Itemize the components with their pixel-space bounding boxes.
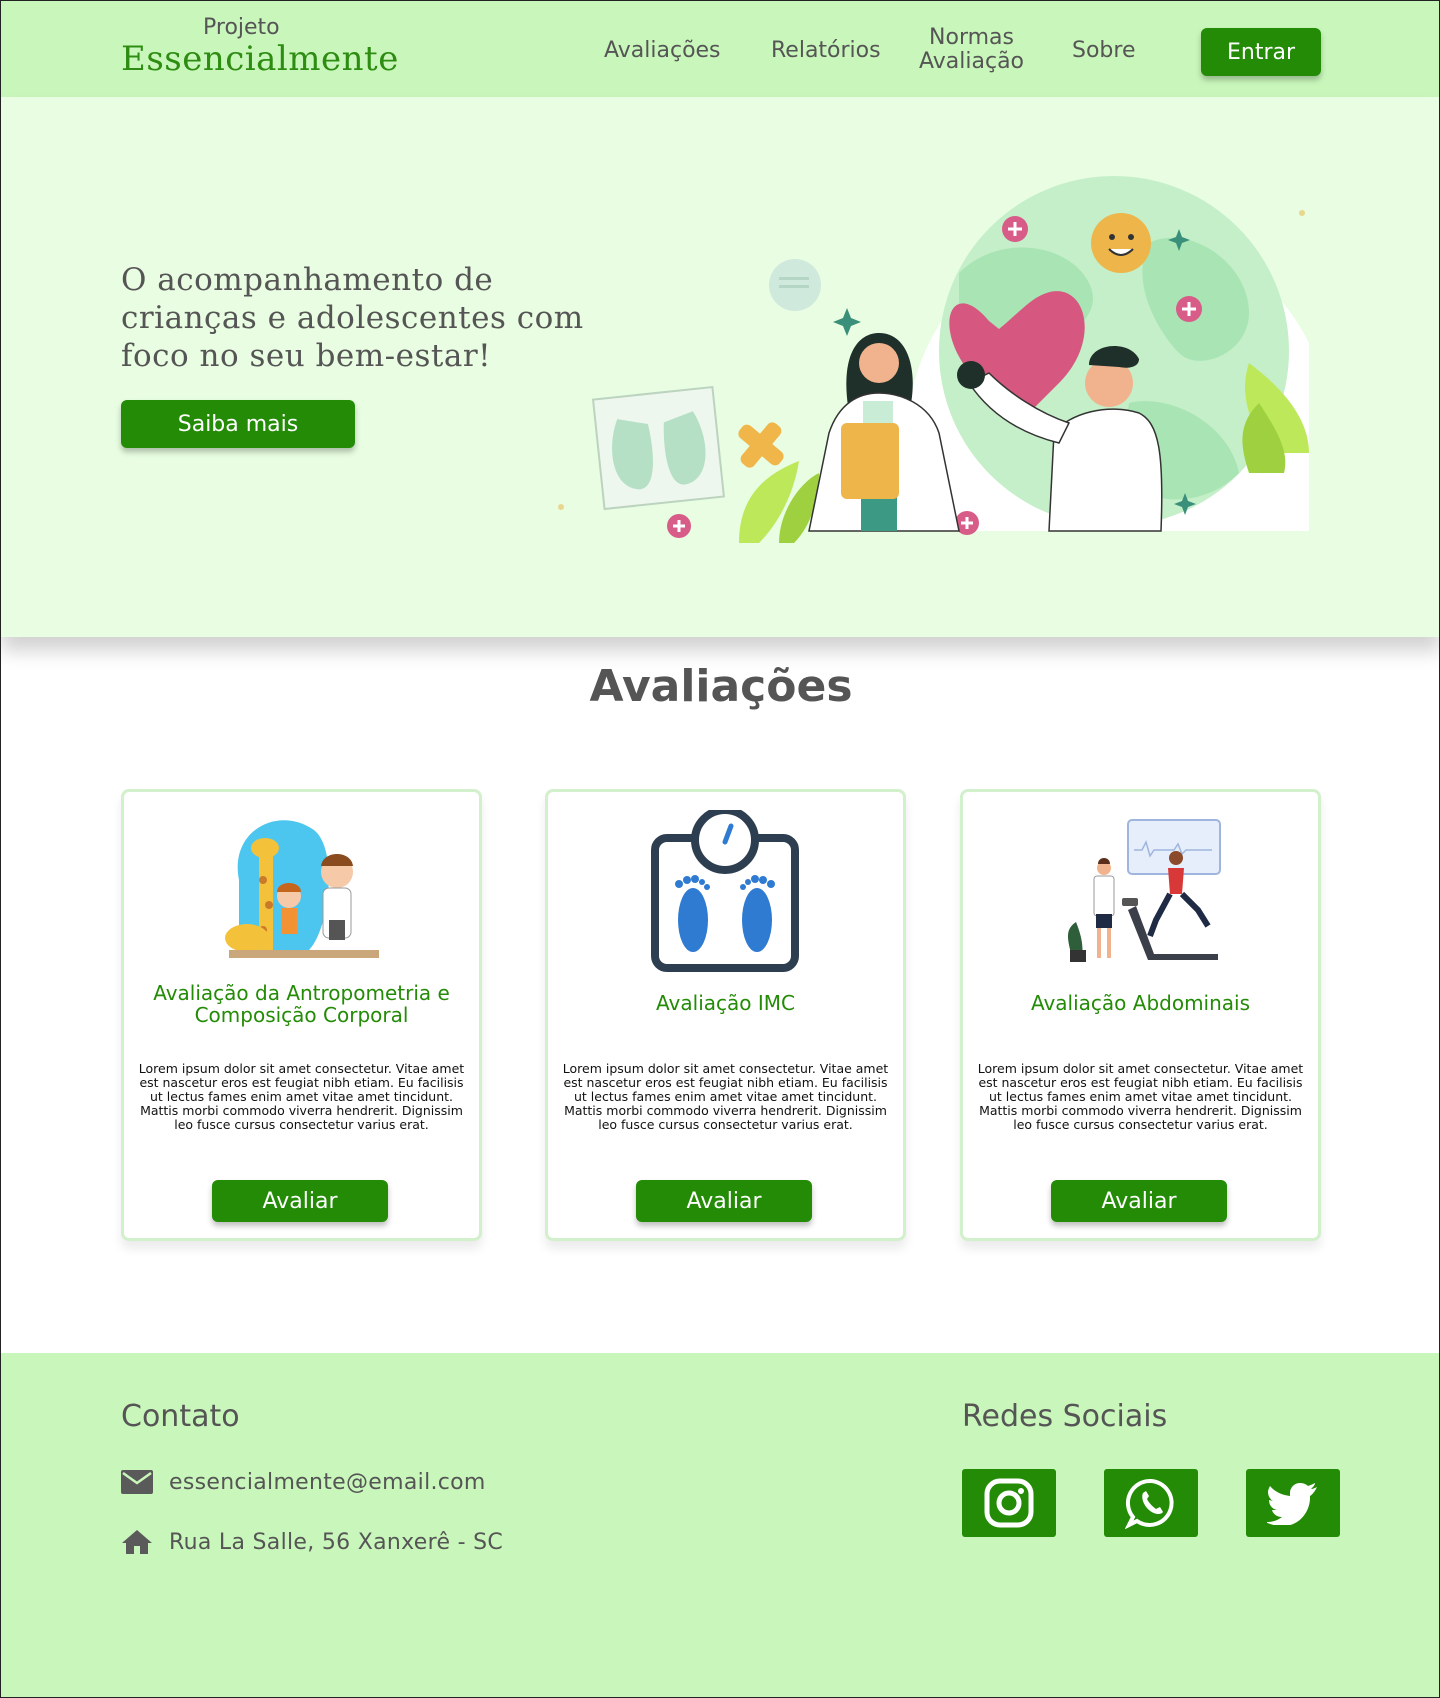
envelope-icon (121, 1470, 153, 1494)
avaliar-button-antropometria[interactable]: Avaliar (212, 1180, 388, 1222)
card-title: Avaliação IMC (656, 991, 795, 1015)
nav-sobre[interactable]: Sobre (1072, 39, 1136, 63)
brand-prefix: Projeto (203, 15, 280, 40)
doctors-heart-illustration (558, 176, 1309, 573)
whatsapp-icon (1125, 1478, 1174, 1529)
card-description: Lorem ipsum dolor sit amet consectetur. … (562, 1061, 889, 1132)
top-navbar: Projeto Essencialmente Avaliações Relató… (1, 1, 1439, 97)
card-antropometria: Avaliação da Antropometria e Composição … (121, 789, 482, 1241)
treadmill-illustration-icon (1068, 819, 1221, 962)
twitter-button[interactable] (1246, 1469, 1340, 1537)
footer: Contato essencialmente@email.com Rua La … (1, 1353, 1439, 1697)
card-description: Lorem ipsum dolor sit amet consectetur. … (977, 1061, 1304, 1132)
nav-normas-avaliacao[interactable]: Normas Avaliação (919, 26, 1024, 74)
nav-relatorios[interactable]: Relatórios (771, 39, 881, 63)
contact-address-row: Rua La Salle, 56 Xanxerê - SC (121, 1527, 503, 1557)
contact-address: Rua La Salle, 56 Xanxerê - SC (169, 1529, 504, 1555)
contact-email-row: essencialmente@email.com (121, 1467, 486, 1497)
card-title: Avaliação Abdominais (1030, 991, 1251, 1015)
card-description: Lorem ipsum dolor sit amet consectetur. … (138, 1061, 465, 1132)
hero-title: O acompanhamento de crianças e adolescen… (121, 262, 584, 374)
login-button[interactable]: Entrar (1201, 28, 1321, 76)
card-title: Avaliação da Antropometria e Composição … (153, 981, 450, 1027)
nav-normas-line1: Normas (929, 25, 1014, 50)
avaliar-button-abdominais[interactable]: Avaliar (1051, 1180, 1227, 1222)
saiba-mais-button[interactable]: Saiba mais (121, 400, 355, 448)
contact-title: Contato (121, 1399, 240, 1434)
social-title: Redes Sociais (962, 1399, 1168, 1434)
home-icon (122, 1530, 152, 1554)
contact-email[interactable]: essencialmente@email.com (169, 1470, 486, 1495)
avaliar-button-imc[interactable]: Avaliar (636, 1180, 812, 1222)
scale-icon (651, 810, 799, 972)
card-abdominais: Avaliação Abdominais Lorem ipsum dolor s… (960, 789, 1321, 1241)
growth-measurement-illustration-icon (225, 820, 379, 958)
card-imc: Avaliação IMC Lorem ipsum dolor sit amet… (545, 789, 906, 1241)
instagram-icon (984, 1478, 1034, 1528)
whatsapp-button[interactable] (1104, 1469, 1198, 1537)
nav-normas-line2: Avaliação (919, 49, 1025, 74)
twitter-icon (1267, 1483, 1317, 1525)
section-title-avaliacoes: Avaliações (589, 661, 853, 712)
hero-section: O acompanhamento de crianças e adolescen… (1, 97, 1439, 637)
instagram-button[interactable] (962, 1469, 1056, 1537)
page-frame: Projeto Essencialmente Avaliações Relató… (0, 0, 1440, 1698)
brand-logo-text[interactable]: Essencialmente (121, 39, 399, 79)
nav-avaliacoes[interactable]: Avaliações (604, 39, 721, 63)
